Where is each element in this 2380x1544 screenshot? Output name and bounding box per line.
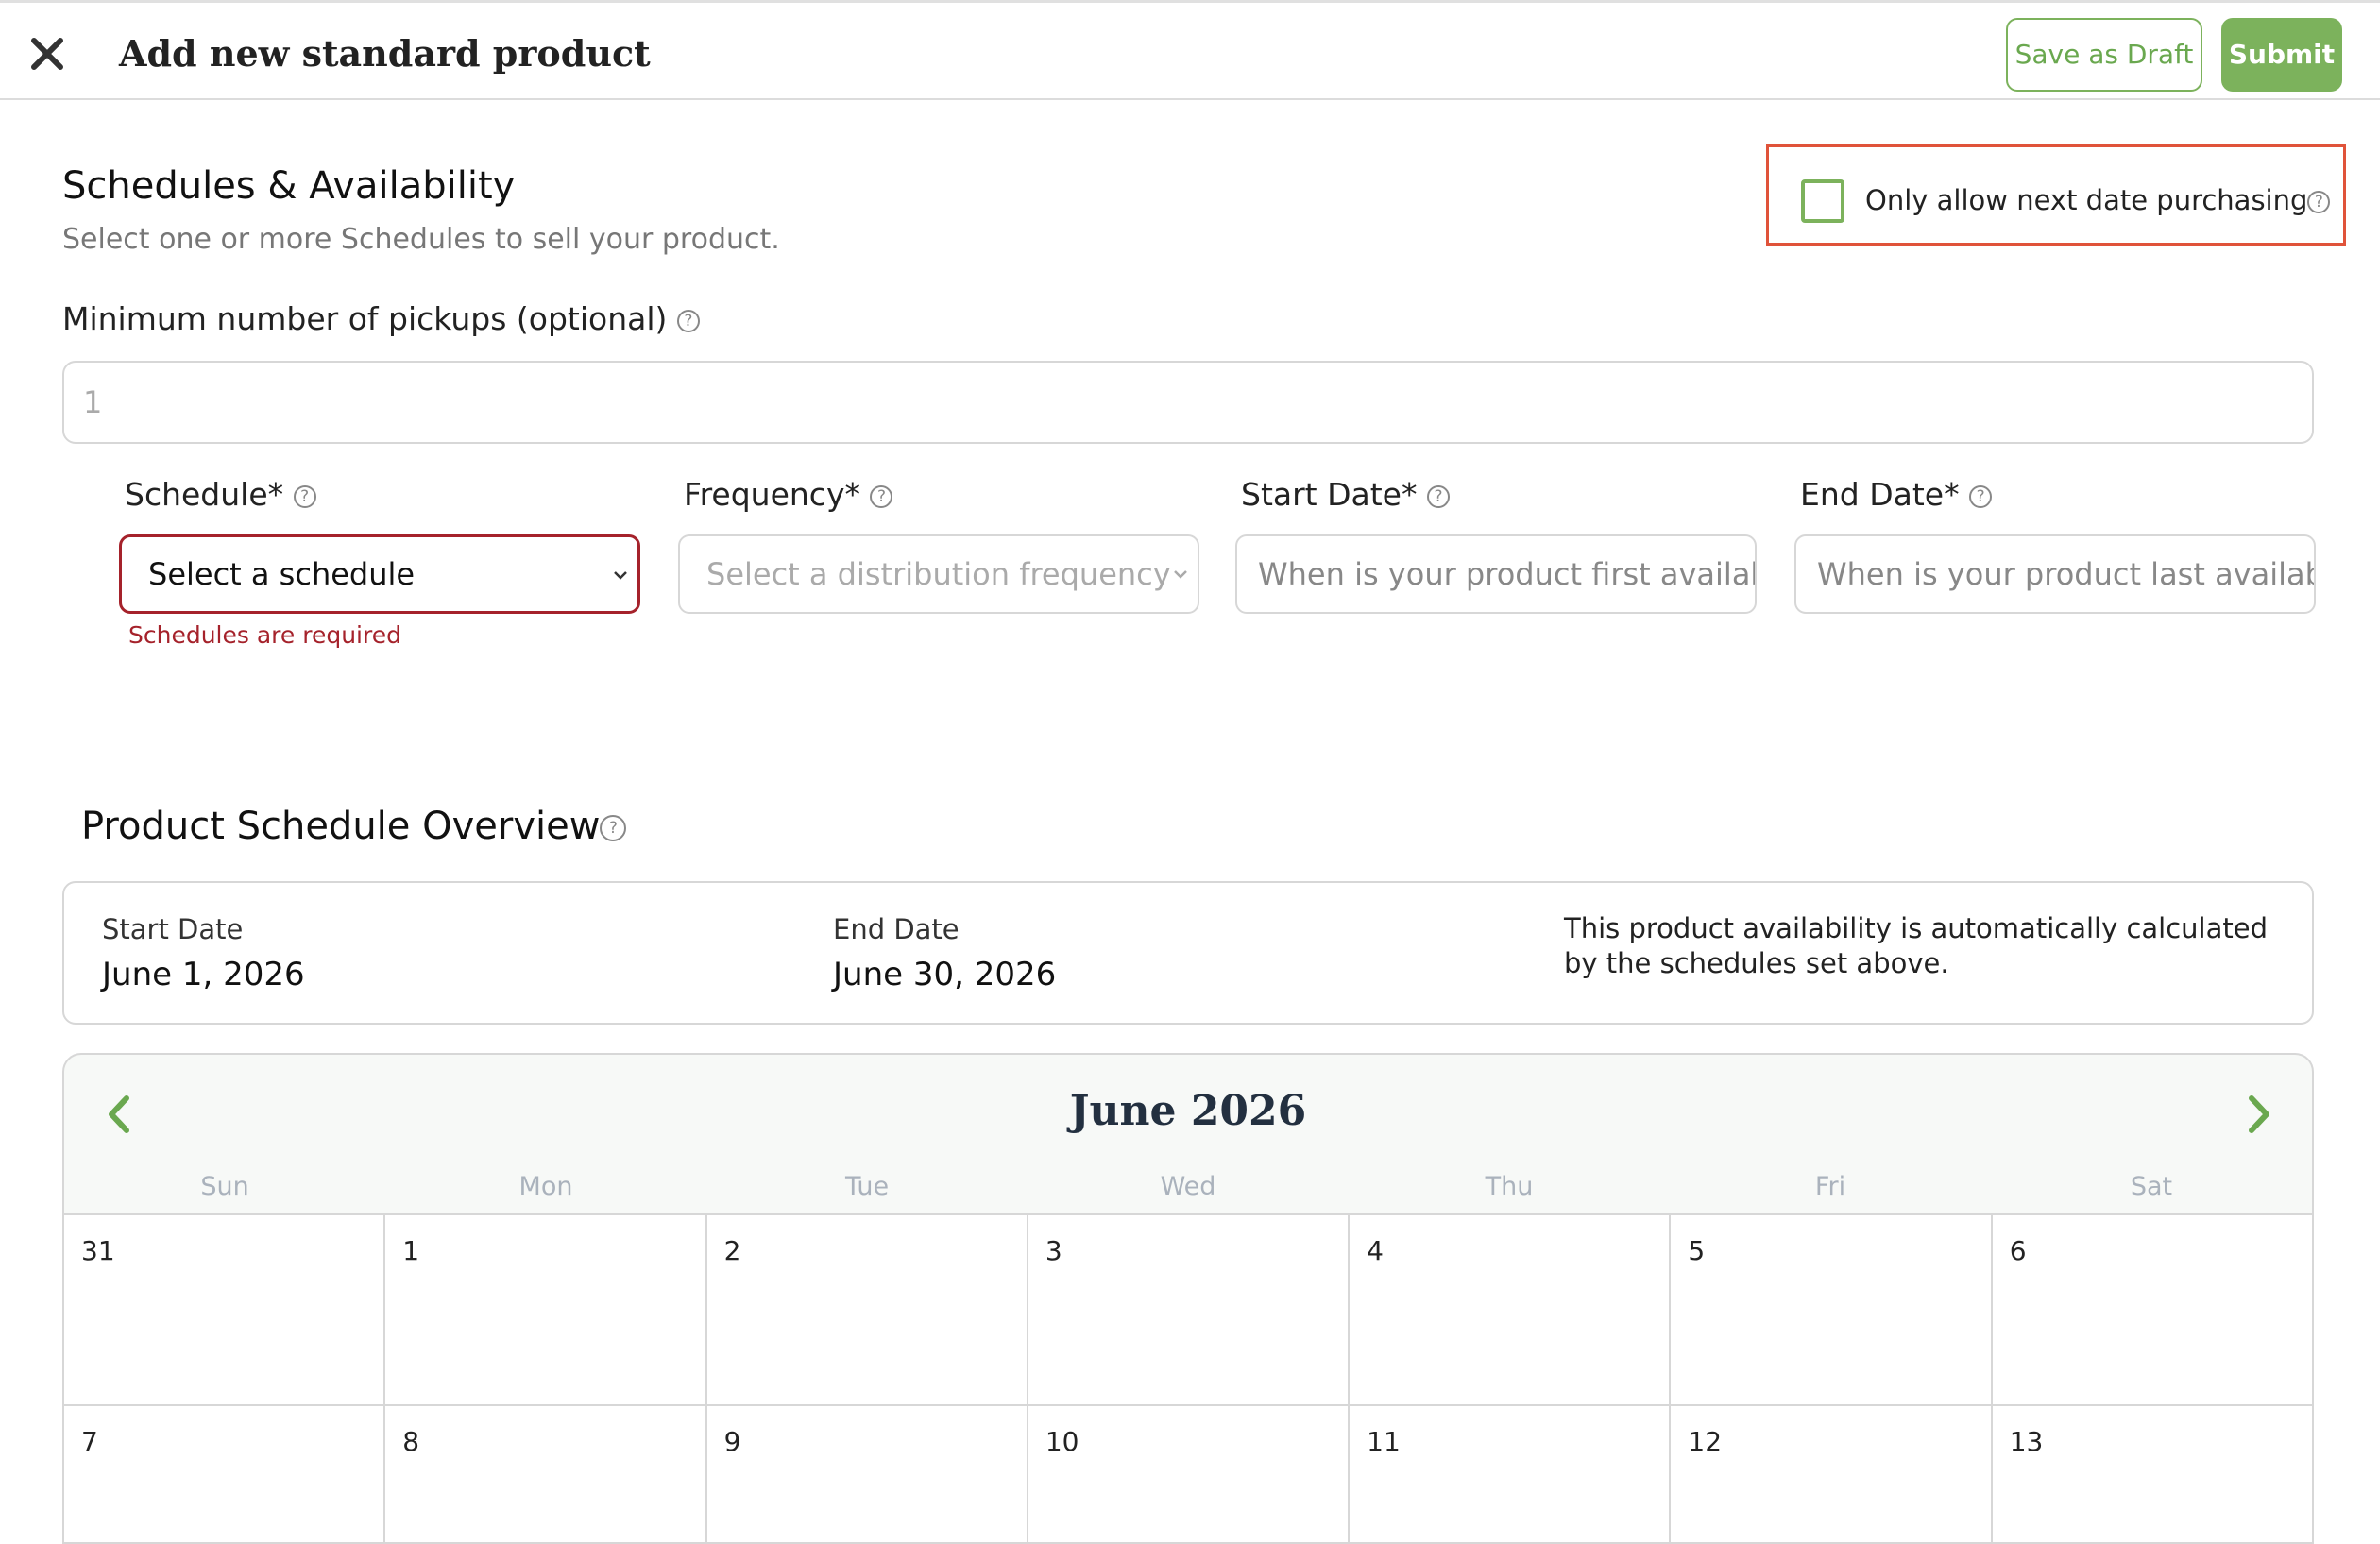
overview-end-label: End Date [833, 913, 960, 945]
top-bar: Add new standard product Save as Draft S… [0, 0, 2380, 100]
help-icon[interactable]: ? [600, 815, 627, 841]
help-icon[interactable]: ? [1969, 484, 1993, 508]
overview-start-value: June 1, 2026 [102, 956, 305, 993]
schedule-select-value: Select a schedule [148, 556, 416, 592]
overview-end-value: June 30, 2026 [833, 956, 1057, 993]
end-date-input[interactable]: When is your product last available? [1794, 534, 2316, 614]
calendar-day[interactable]: 10 [1028, 1406, 1351, 1542]
min-pickups-input[interactable]: 1 [62, 361, 2314, 444]
overview-title: Product Schedule Overview [81, 805, 601, 848]
help-icon[interactable]: ? [2307, 191, 2331, 213]
chevron-down-icon [614, 571, 627, 580]
calendar-day[interactable]: 13 [1993, 1406, 2312, 1542]
chevron-down-icon [1171, 565, 1190, 584]
overview-note: This product availability is automatical… [1564, 912, 2269, 979]
section-title: Schedules & Availability [62, 164, 516, 208]
next-date-purchasing-option: Only allow next date purchasing? [1766, 144, 2346, 246]
calendar-day[interactable]: 31 [64, 1215, 386, 1404]
frequency-select-placeholder: Select a distribution frequency [706, 556, 1171, 592]
start-date-input[interactable]: When is your product first available? [1235, 534, 1757, 614]
start-date-label: Start Date* [1241, 476, 1418, 513]
dow-sun: Sun [200, 1172, 249, 1201]
close-icon[interactable] [28, 35, 66, 73]
calendar-day[interactable]: 5 [1671, 1215, 1993, 1404]
dow-fri: Fri [1814, 1172, 1846, 1201]
save-draft-button[interactable]: Save as Draft [2006, 18, 2202, 92]
calendar-day[interactable]: 12 [1671, 1406, 1993, 1542]
calendar-day[interactable]: 2 [707, 1215, 1028, 1404]
day-of-week-row: Sun Mon Tue Wed Thu Fri Sat [64, 1168, 2312, 1206]
frequency-select[interactable]: Select a distribution frequency [678, 534, 1199, 614]
help-icon[interactable]: ? [293, 484, 316, 508]
help-icon[interactable]: ? [1426, 484, 1450, 508]
page-title: Add new standard product [119, 32, 651, 75]
calendar: June 2026 Sun Mon Tue Wed Thu Fri Sat 31… [62, 1053, 2314, 1544]
calendar-week: 31 1 2 3 4 5 6 [64, 1215, 2312, 1406]
schedule-label: Schedule* [125, 476, 284, 513]
schedule-error-text: Schedules are required [128, 621, 401, 649]
dow-tue: Tue [844, 1172, 890, 1201]
calendar-month: June 2026 [1069, 1087, 1307, 1135]
submit-button[interactable]: Submit [2221, 18, 2342, 92]
calendar-grid: 31 1 2 3 4 5 6 7 8 9 10 11 12 13 [64, 1213, 2312, 1542]
schedule-select[interactable]: Select a schedule [119, 534, 640, 614]
next-date-checkbox[interactable] [1801, 179, 1844, 223]
dow-mon: Mon [518, 1172, 573, 1201]
help-icon[interactable]: ? [676, 309, 700, 332]
section-subtitle: Select one or more Schedules to sell you… [62, 223, 780, 256]
calendar-day[interactable]: 3 [1028, 1215, 1351, 1404]
dow-thu: Thu [1485, 1172, 1534, 1201]
calendar-day[interactable]: 7 [64, 1406, 386, 1542]
calendar-week: 7 8 9 10 11 12 13 [64, 1406, 2312, 1542]
calendar-day[interactable]: 4 [1350, 1215, 1672, 1404]
min-pickups-label: Minimum number of pickups (optional) [62, 300, 668, 337]
calendar-day[interactable]: 1 [385, 1215, 707, 1404]
calendar-day[interactable]: 8 [385, 1406, 707, 1542]
calendar-day[interactable]: 9 [707, 1406, 1028, 1542]
next-date-label: Only allow next date purchasing [1865, 184, 2308, 216]
overview-card: Start Date June 1, 2026 End Date June 30… [62, 881, 2314, 1025]
help-icon[interactable]: ? [870, 484, 893, 508]
frequency-label: Frequency* [684, 476, 860, 513]
end-date-label: End Date* [1800, 476, 1960, 513]
overview-start-label: Start Date [102, 913, 244, 945]
dow-sat: Sat [2130, 1172, 2173, 1201]
calendar-day[interactable]: 11 [1350, 1406, 1672, 1542]
chevron-right-icon[interactable] [2240, 1091, 2278, 1138]
calendar-day[interactable]: 6 [1993, 1215, 2312, 1404]
dow-wed: Wed [1160, 1172, 1216, 1201]
